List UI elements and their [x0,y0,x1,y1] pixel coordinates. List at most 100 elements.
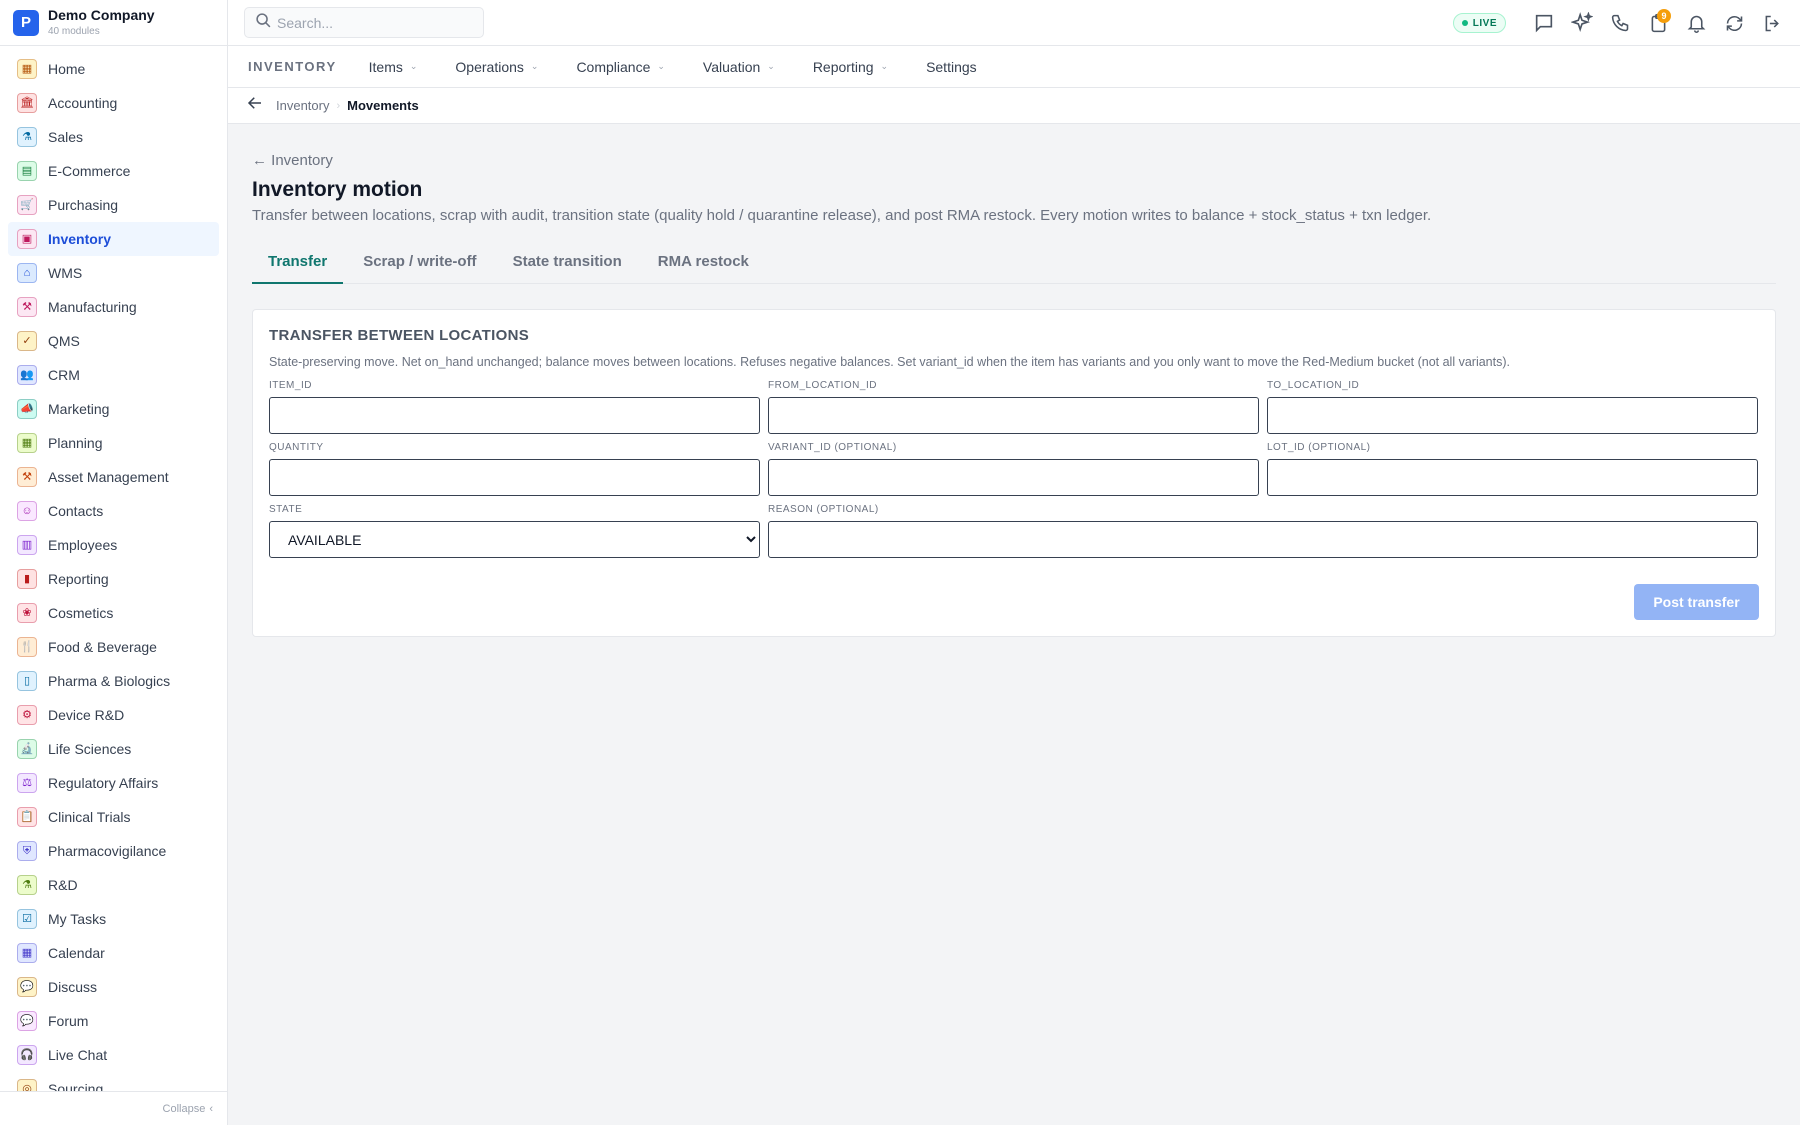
sidebar-item-device-r-d[interactable]: ⚙ Device R&D [8,698,219,732]
sidebar-item-label: Pharmacovigilance [48,843,167,859]
sidebar-item-forum[interactable]: 💬 Forum [8,1004,219,1038]
sidebar-item-calendar[interactable]: ▦ Calendar [8,936,219,970]
collapse-button[interactable]: Collapse ‹ [0,1091,227,1125]
sidebar-item-regulatory-affairs[interactable]: ⚖ Regulatory Affairs [8,766,219,800]
sidebar-item-purchasing[interactable]: 🛒 Purchasing [8,188,219,222]
to-location-input[interactable] [1267,397,1758,434]
modnav-operations[interactable]: Operations ⌄ [455,59,538,75]
tab-transfer[interactable]: Transfer [252,248,344,284]
phone-icon[interactable] [1606,9,1634,37]
sidebar-item-qms[interactable]: ✓ QMS [8,324,219,358]
cog-icon: ⚙ [17,705,37,725]
modnav-reporting[interactable]: Reporting ⌄ [813,59,888,75]
sidebar-item-contacts[interactable]: ☺ Contacts [8,494,219,528]
sidebar-item-pharmacovigilance[interactable]: ⛨ Pharmacovigilance [8,834,219,868]
tab-scrap[interactable]: Scrap / write-off [347,248,492,284]
variant-id-label: VARIANT_ID (OPTIONAL) [768,442,897,453]
flask-icon: ⚗ [17,127,37,147]
sidebar-item-label: Planning [48,435,103,451]
sidebar-item-my-tasks[interactable]: ☑ My Tasks [8,902,219,936]
modnav-settings[interactable]: Settings [926,59,977,75]
reason-field: REASON (OPTIONAL) [768,504,1758,558]
contact-icon: ☺ [17,501,37,521]
breadcrumb-parent[interactable]: Inventory [276,98,329,113]
lot-id-input[interactable] [1267,459,1758,496]
from-location-input[interactable] [768,397,1259,434]
module-nav: INVENTORY Items ⌄ Operations ⌄ Compliance ⌄… [228,46,1800,88]
sidebar-item-pharma-biologics[interactable]: ▯ Pharma & Biologics [8,664,219,698]
modnav-compliance-label: Compliance [576,58,651,75]
card-title: TRANSFER BETWEEN LOCATIONS [269,327,530,344]
search-input[interactable] [277,14,467,31]
back-arrow-icon[interactable] [246,94,264,117]
sidebar-item-marketing[interactable]: 📣 Marketing [8,392,219,426]
sidebar-item-life-sciences[interactable]: 🔬 Life Sciences [8,732,219,766]
sidebar-item-inventory[interactable]: ▣ Inventory [8,222,219,256]
sidebar-item-reporting[interactable]: ▮ Reporting [8,562,219,596]
sidebar-item-asset-management[interactable]: ⚒ Asset Management [8,460,219,494]
tab-state-transition[interactable]: State transition [497,248,638,284]
sidebar-item-label: Employees [48,537,118,553]
sidebar-nav: ▦ Home 🏛 Accounting ⚗ Sales ▤ E-Commerce 🛒 Purcha… [0,46,227,1091]
bar-chart-icon: ▮ [17,569,37,589]
sidebar-item-manufacturing[interactable]: ⚒ Manufacturing [8,290,219,324]
sync-icon[interactable] [1720,9,1748,37]
flower-icon: ❀ [17,603,37,623]
sidebar-item-food-beverage[interactable]: 🍴 Food & Beverage [8,630,219,664]
sparkles-icon[interactable] [1568,9,1596,37]
brand-header[interactable]: P Demo Company 40 modules [0,0,227,46]
sidebar-item-label: Clinical Trials [48,809,131,825]
sidebar-item-label: CRM [48,367,80,383]
sidebar-item-sourcing[interactable]: ◎ Sourcing [8,1072,219,1091]
quantity-field: QUANTITY [269,442,760,496]
search-icon [255,12,272,34]
sidebar-item-label: Discuss [48,979,98,995]
sidebar-item-label: Forum [48,1013,89,1029]
to-location-label: TO_LOCATION_ID [1267,380,1360,391]
bell-icon[interactable] [1682,9,1710,37]
sidebar-item-planning[interactable]: ▦ Planning [8,426,219,460]
shield-icon: ⛨ [17,841,37,861]
sidebar-item-wms[interactable]: ⌂ WMS [8,256,219,290]
briefcase-icon: ▥ [17,535,37,555]
modnav-valuation[interactable]: Valuation ⌄ [703,59,775,75]
item-id-input[interactable] [269,397,760,434]
sidebar-item-employees[interactable]: ▥ Employees [8,528,219,562]
sidebar-item-label: Home [48,61,86,77]
sidebar-item-label: Inventory [48,231,112,247]
sidebar-item-clinical-trials[interactable]: 📋 Clinical Trials [8,800,219,834]
variant-id-field: VARIANT_ID (OPTIONAL) [768,442,1259,496]
pill-icon: ▯ [17,671,37,691]
logout-icon[interactable] [1758,9,1786,37]
search-box[interactable] [244,7,484,38]
reason-input[interactable] [768,521,1758,558]
state-select[interactable]: AVAILABLE [269,521,760,558]
tab-rma-restock[interactable]: RMA restock [642,248,765,284]
sidebar-item-sales[interactable]: ⚗ Sales [8,120,219,154]
quantity-label: QUANTITY [269,442,324,453]
transfer-card: TRANSFER BETWEEN LOCATIONS State-preserv… [252,309,1776,637]
sidebar-item-e-commerce[interactable]: ▤ E-Commerce [8,154,219,188]
back-link[interactable]: ← Inventory [252,152,1776,169]
quantity-input[interactable] [269,459,760,496]
sidebar-item-discuss[interactable]: 💬 Discuss [8,970,219,1004]
sidebar-item-label: Life Sciences [48,741,132,757]
variant-id-input[interactable] [768,459,1259,496]
gavel-icon: ⚖ [17,773,37,793]
store-icon: ▤ [17,161,37,181]
module-title: INVENTORY [248,59,337,74]
modnav-compliance[interactable]: Compliance ⌄ [576,59,664,75]
modnav-operations-label: Operations [455,58,524,75]
sidebar-item-r-d[interactable]: ⚗ R&D [8,868,219,902]
sidebar-item-accounting[interactable]: 🏛 Accounting [8,86,219,120]
sidebar-item-live-chat[interactable]: 🎧 Live Chat [8,1038,219,1072]
breadcrumb: Inventory › Movements [228,88,1800,124]
state-field: STATE AVAILABLE [269,504,760,558]
modnav-items[interactable]: Items ⌄ [369,59,418,75]
sidebar-item-cosmetics[interactable]: ❀ Cosmetics [8,596,219,630]
sidebar-item-crm[interactable]: 👥 CRM [8,358,219,392]
sidebar-item-home[interactable]: ▦ Home [8,52,219,86]
post-transfer-button[interactable]: Post transfer [1634,584,1759,620]
message-icon[interactable] [1530,9,1558,37]
clipboard-notifications-icon[interactable]: 9 [1644,9,1672,37]
